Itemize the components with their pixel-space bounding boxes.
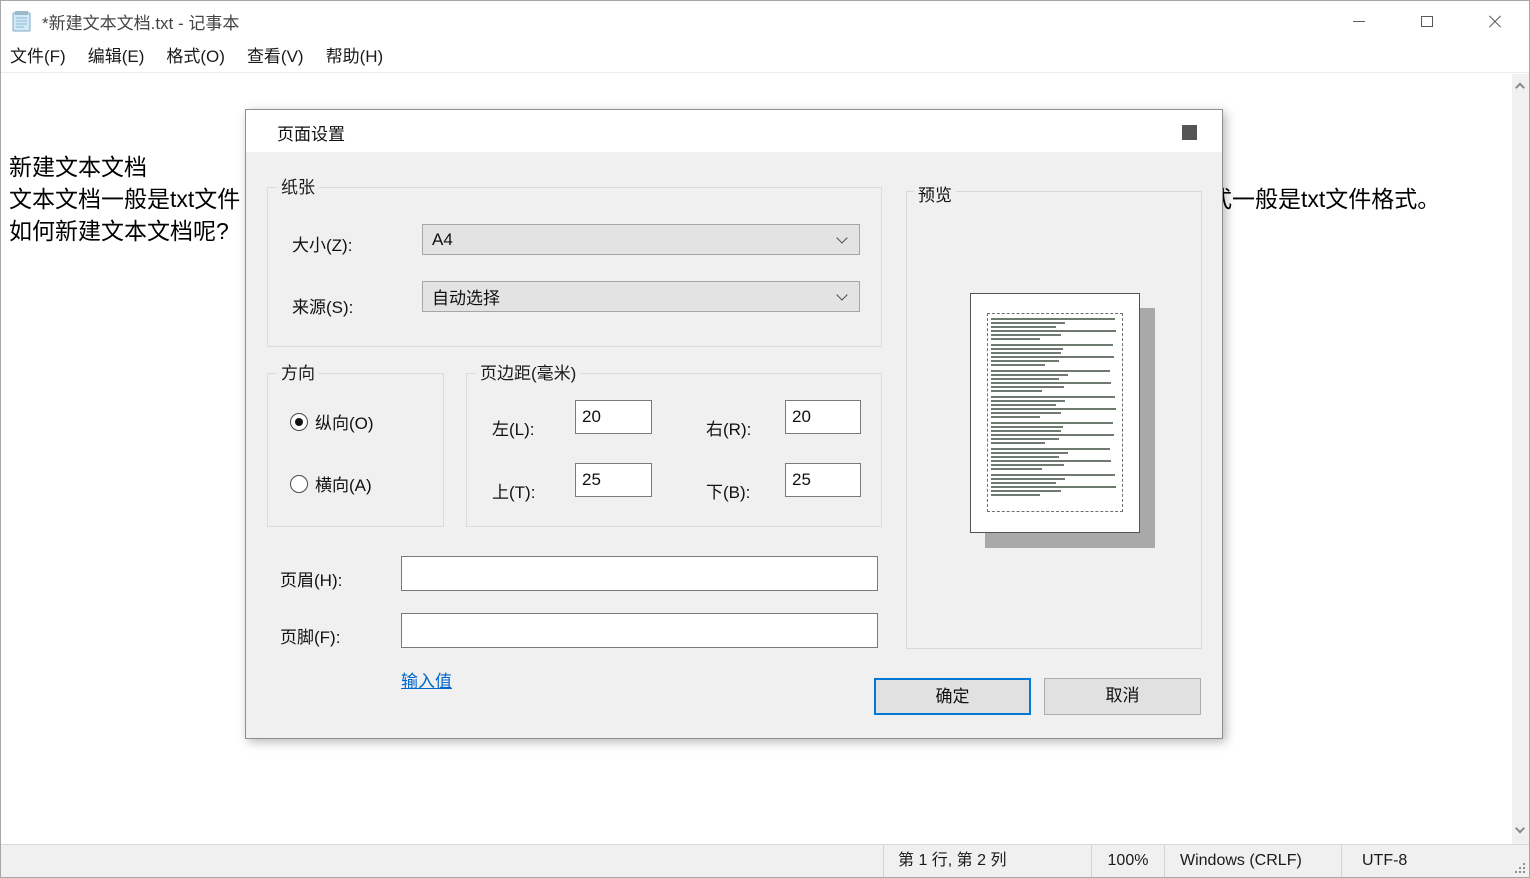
margin-right-label: 右(R): — [706, 415, 751, 440]
document-line-2-right: 式一般是txt文件格式。 — [1209, 184, 1440, 214]
menu-view[interactable]: 查看(V) — [236, 41, 315, 73]
window-title: *新建文本文档.txt - 记事本 — [42, 9, 239, 34]
menu-help[interactable]: 帮助(H) — [315, 41, 395, 73]
status-spacer — [1, 845, 883, 877]
minimize-icon — [1353, 21, 1365, 22]
radio-unchecked-icon — [290, 475, 308, 493]
menu-file[interactable]: 文件(F) — [1, 41, 77, 73]
status-cursor-position: 第 1 行, 第 2 列 — [883, 845, 1091, 877]
margin-top-label: 上(T): — [492, 478, 535, 503]
scroll-down-icon[interactable] — [1516, 827, 1525, 836]
margin-top-input[interactable] — [575, 463, 652, 497]
minimize-button[interactable] — [1325, 1, 1393, 41]
status-encoding: UTF-8 — [1341, 845, 1529, 877]
margin-left-input[interactable] — [575, 400, 652, 434]
document-line-3: 如何新建文本文档呢? — [9, 216, 229, 246]
radio-checked-icon — [290, 413, 308, 431]
dialog-close-icon — [1182, 125, 1197, 140]
status-line-ending: Windows (CRLF) — [1164, 845, 1341, 877]
preview-greek-text — [991, 318, 1119, 496]
margin-bottom-label: 下(B): — [706, 478, 750, 503]
paper-group-label: 纸张 — [277, 178, 319, 197]
chevron-down-icon — [836, 289, 847, 300]
header-label: 页眉(H): — [280, 566, 342, 591]
margin-left-label: 左(L): — [492, 415, 535, 440]
preview-label: 预览 — [914, 181, 956, 206]
portrait-radio[interactable]: 纵向(O) — [290, 409, 374, 434]
cancel-button[interactable]: 取消 — [1044, 678, 1201, 715]
orientation-group-label: 方向 — [277, 364, 319, 383]
margin-right-input[interactable] — [785, 400, 861, 434]
notepad-window: *新建文本文档.txt - 记事本 文件(F) 编辑(E) 格式(O) 查看(V… — [0, 0, 1530, 878]
margins-group-label: 页边距(毫米) — [476, 364, 580, 383]
notepad-icon — [10, 9, 34, 33]
landscape-radio[interactable]: 横向(A) — [290, 471, 372, 496]
input-value-link[interactable]: 输入值 — [401, 667, 452, 692]
portrait-radio-label: 纵向(O) — [315, 409, 374, 434]
preview-panel: 预览 — [906, 191, 1202, 649]
header-input[interactable] — [401, 556, 878, 591]
document-line-2-left: 文本文档一般是txt文件 — [9, 184, 240, 214]
margins-group: 页边距(毫米) — [466, 373, 882, 527]
preview-margin-outline — [987, 313, 1123, 512]
vertical-scrollbar[interactable] — [1512, 74, 1529, 846]
dialog-title: 页面设置 — [277, 120, 345, 145]
status-zoom-level: 100% — [1091, 845, 1164, 877]
paper-size-select[interactable]: A4 — [422, 224, 860, 255]
landscape-radio-label: 横向(A) — [315, 471, 372, 496]
maximize-button[interactable] — [1393, 1, 1461, 41]
footer-input[interactable] — [401, 613, 878, 648]
document-line-1: 新建文本文档 — [9, 152, 147, 182]
title-bar: *新建文本文档.txt - 记事本 — [1, 1, 1529, 41]
scroll-up-icon[interactable] — [1516, 82, 1525, 91]
paper-source-label: 来源(S): — [292, 293, 353, 318]
page-setup-dialog: 页面设置 纸张 大小(Z): A4 来源(S): 自动选择 方向 纵向(O) 横… — [245, 109, 1223, 739]
paper-size-value: A4 — [432, 230, 453, 250]
maximize-icon — [1421, 16, 1433, 27]
orientation-group: 方向 — [267, 373, 444, 527]
footer-label: 页脚(F): — [280, 623, 340, 648]
close-button[interactable] — [1461, 1, 1529, 41]
ok-button[interactable]: 确定 — [874, 678, 1031, 715]
resize-grip-icon[interactable] — [1515, 863, 1526, 874]
paper-group: 纸张 — [267, 187, 882, 347]
menu-format[interactable]: 格式(O) — [155, 41, 236, 73]
margin-bottom-input[interactable] — [785, 463, 861, 497]
chevron-down-icon — [836, 232, 847, 243]
close-icon — [1487, 13, 1503, 29]
preview-page — [970, 293, 1140, 533]
status-bar: 第 1 行, 第 2 列 100% Windows (CRLF) UTF-8 — [1, 844, 1529, 877]
paper-size-label: 大小(Z): — [292, 231, 352, 256]
paper-source-value: 自动选择 — [432, 284, 500, 309]
dialog-title-bar: 页面设置 — [246, 110, 1222, 152]
paper-source-select[interactable]: 自动选择 — [422, 281, 860, 312]
window-controls — [1325, 1, 1529, 41]
dialog-close-button[interactable] — [1168, 118, 1210, 146]
menu-edit[interactable]: 编辑(E) — [77, 41, 156, 73]
menu-bar: 文件(F) 编辑(E) 格式(O) 查看(V) 帮助(H) — [1, 41, 1529, 73]
